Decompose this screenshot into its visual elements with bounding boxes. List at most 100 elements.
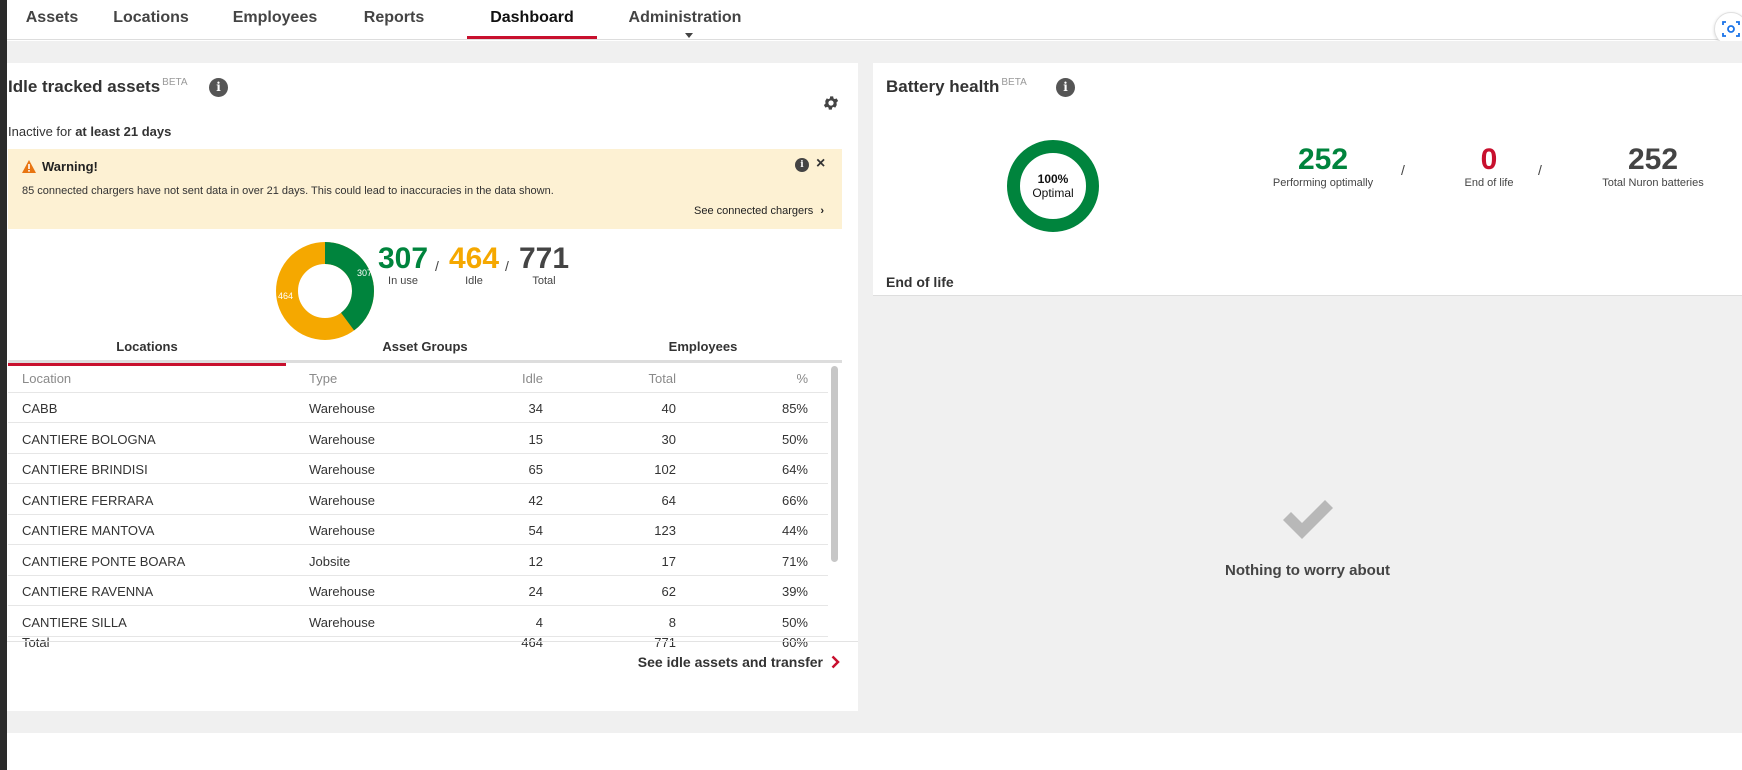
battery-optimal-label: Performing optimally (1272, 177, 1374, 189)
column-header-location[interactable]: Location (22, 371, 71, 386)
table-header-row: Location Type Idle Total % (8, 363, 828, 393)
cell-idle: 42 (528, 492, 543, 508)
cell-location: CANTIERE BOLOGNA (22, 431, 156, 447)
chevron-down-icon (685, 33, 693, 39)
battery-stat-optimal: 252 Performing optimally (1248, 143, 1398, 189)
cell-idle: 24 (528, 584, 543, 599)
cell-pct: 50% (781, 614, 808, 630)
table-row[interactable]: CANTIERE FERRARA Warehouse 42 64 66% (8, 485, 828, 515)
battery-donut-label: Optimal (1032, 186, 1073, 200)
info-icon[interactable]: i (1056, 78, 1075, 97)
total-label: Total (22, 635, 50, 650)
cell-total: 8 (668, 614, 676, 630)
stat-idle-label: Idle (465, 275, 483, 287)
see-connected-chargers-label: See connected chargers (694, 205, 814, 217)
close-icon[interactable]: × (816, 155, 825, 173)
nav-employees[interactable]: Employees (219, 0, 331, 39)
table-row[interactable]: CANTIERE BOLOGNA Warehouse 15 30 50% (8, 424, 828, 454)
cell-location: CANTIERE FERRARA (22, 492, 154, 508)
gear-icon (823, 96, 839, 110)
end-of-life-area: Nothing to worry about (873, 295, 1742, 711)
column-header-total[interactable]: Total (649, 371, 676, 386)
column-header-percent[interactable]: % (796, 371, 808, 386)
table-row[interactable]: CANTIERE SILLA Warehouse 4 8 50% (8, 607, 828, 637)
cell-type: Warehouse (309, 492, 375, 508)
table-scrollbar[interactable] (831, 366, 838, 562)
stat-separator: / (1401, 162, 1405, 178)
cell-location: CANTIERE SILLA (22, 614, 127, 630)
idle-assets-title-text: Idle tracked assets (8, 77, 161, 96)
idle-locations-table: Location Type Idle Total % CABB Warehouse… (8, 363, 842, 658)
warning-info-icon[interactable]: i (795, 158, 809, 172)
chevron-right-icon: › (820, 205, 824, 217)
cell-total: 102 (654, 462, 676, 477)
cell-pct: 85% (781, 401, 808, 416)
subtitle-prefix: Inactive for (8, 124, 76, 139)
idle-donut-chart: 307 464 (276, 242, 374, 340)
warning-title: Warning! (22, 159, 98, 174)
column-header-idle[interactable]: Idle (522, 371, 543, 386)
cell-type: Jobsite (309, 553, 351, 569)
stat-idle-value: 464 (448, 242, 500, 275)
cell-location: CANTIERE PONTE BOARA (22, 553, 186, 569)
total-idle: 464 (521, 635, 543, 650)
nothing-to-worry-text: Nothing to worry about (1225, 562, 1390, 579)
stat-in-use-value: 307 (377, 242, 429, 275)
battery-health-panel: Battery health BETA i 100% Optimal 252 Pe… (873, 63, 1742, 711)
chevron-right-icon (831, 655, 840, 669)
beta-badge: BETA (162, 77, 188, 88)
tab-asset-groups[interactable]: Asset Groups (286, 329, 564, 363)
nav-dashboard[interactable]: Dashboard (467, 0, 597, 39)
tab-employees[interactable]: Employees (564, 329, 842, 363)
battery-optimal-value: 252 (1297, 143, 1349, 176)
battery-stat-eol: 0 End of life (1429, 143, 1549, 189)
cell-type: Warehouse (309, 401, 375, 416)
left-edge-strip (0, 0, 7, 770)
cell-pct: 44% (781, 523, 808, 538)
table-row[interactable]: CABB Warehouse 34 40 85% (8, 393, 828, 423)
cell-type: Warehouse (309, 614, 375, 630)
battery-donut-chart: 100% Optimal (1007, 140, 1099, 232)
table-row[interactable]: CANTIERE MANTOVA Warehouse 54 123 44% (8, 515, 828, 545)
cell-total: 40 (661, 401, 676, 416)
idle-tabs: Locations Asset Groups Employees (8, 329, 842, 366)
cell-total: 62 (661, 584, 676, 599)
total-total: 771 (654, 635, 676, 650)
cell-pct: 64% (781, 462, 808, 477)
column-header-type[interactable]: Type (309, 371, 337, 386)
table-row[interactable]: CANTIERE RAVENNA Warehouse 24 62 39% (8, 576, 828, 606)
idle-assets-panel: Idle tracked assets BETA i Inactive for a… (7, 63, 858, 711)
nav-administration[interactable]: Administration (623, 0, 747, 39)
subtitle-days: at least 21 days (75, 124, 172, 139)
cell-idle: 12 (528, 553, 543, 569)
nav-locations[interactable]: Locations (111, 0, 191, 39)
cell-location: CABB (22, 401, 58, 416)
cell-idle: 34 (528, 401, 543, 416)
cell-total: 123 (654, 523, 676, 538)
warning-banner: Warning! i × 85 connected chargers have … (8, 149, 842, 229)
tab-locations[interactable]: Locations (8, 329, 286, 366)
see-connected-chargers-link[interactable]: See connected chargers › (694, 205, 824, 217)
table-row[interactable]: CANTIERE PONTE BOARA Jobsite 12 17 71% (8, 546, 828, 576)
cell-pct: 50% (781, 431, 808, 447)
cell-pct: 66% (781, 492, 808, 508)
dashboard-workspace: Idle tracked assets BETA i Inactive for a… (7, 41, 1742, 733)
stat-separator: / (1538, 162, 1542, 178)
warning-text: 85 connected chargers have not sent data… (22, 185, 554, 197)
cell-idle: 54 (528, 523, 543, 538)
cell-type: Warehouse (309, 523, 375, 538)
stat-total-value: 771 (518, 242, 570, 275)
donut-in-use-label: 307 (357, 268, 372, 278)
end-of-life-heading: End of life (886, 274, 954, 290)
table-row[interactable]: CANTIERE BRINDISI Warehouse 65 102 64% (8, 454, 828, 484)
battery-stat-total: 252 Total Nuron batteries (1573, 143, 1733, 189)
nav-reports[interactable]: Reports (353, 0, 435, 39)
info-icon[interactable]: i (209, 78, 228, 97)
cell-pct: 71% (781, 553, 808, 569)
cell-total: 64 (661, 492, 676, 508)
see-idle-assets-link[interactable]: See idle assets and transfer (638, 654, 840, 670)
settings-gear-button[interactable] (822, 94, 840, 117)
nav-assets[interactable]: Assets (19, 0, 85, 39)
top-navigation: Assets Locations Employees Reports Dashb… (7, 0, 1742, 46)
idle-assets-title: Idle tracked assets BETA (8, 77, 188, 97)
